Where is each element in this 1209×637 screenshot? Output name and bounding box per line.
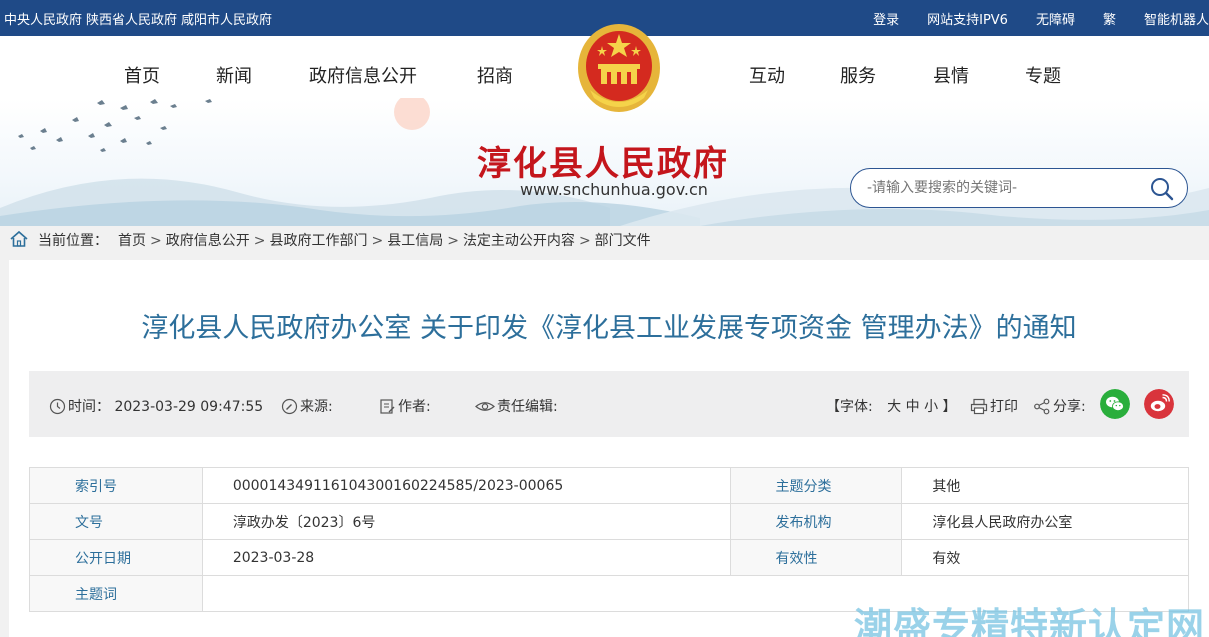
meta-author: 作者: [379, 396, 431, 416]
breadcrumb-separator: > [150, 233, 162, 249]
nav-interaction[interactable]: 互动 [749, 62, 785, 88]
font-small-button[interactable]: 小 [924, 399, 938, 415]
share-group: 分享: [1033, 396, 1086, 416]
breadcrumb-label: 当前位置： [38, 233, 108, 249]
font-large-button[interactable]: 大 [887, 399, 901, 415]
keywords-label: 主题词 [29, 575, 203, 612]
search-box [850, 168, 1188, 208]
print-label: 打印 [990, 399, 1018, 415]
print-button[interactable]: 打印 [970, 396, 1018, 416]
issuing-agency-label: 发布机构 [729, 503, 903, 540]
home-icon [10, 230, 28, 247]
traditional-chinese-link[interactable]: 繁 [1103, 13, 1116, 28]
meta-source: 来源: [281, 396, 333, 416]
breadcrumb-industry-bureau[interactable]: 县工信局 [387, 233, 443, 249]
accessibility-link[interactable]: 无障碍 [1036, 13, 1075, 28]
breadcrumb-home[interactable]: 首页 [118, 233, 146, 249]
nav-topics[interactable]: 专题 [1025, 62, 1061, 88]
breadcrumb-separator: > [371, 233, 384, 249]
nav-investment[interactable]: 招商 [477, 62, 513, 88]
nav-county-info[interactable]: 县情 [933, 62, 969, 88]
breadcrumb-departments[interactable]: 县政府工作部门 [269, 233, 367, 249]
index-number-value: 000014349116104300160224585/2023-00065 [201, 467, 731, 504]
table-row: 索引号 000014349116104300160224585/2023-000… [29, 467, 1189, 504]
editor-label: 责任编辑: [497, 399, 558, 415]
nav-home[interactable]: 首页 [124, 62, 160, 88]
font-size-close: 】 [942, 399, 957, 415]
breadcrumb-public-content[interactable]: 法定主动公开内容 [463, 233, 575, 249]
meta-editor: 责任编辑: [475, 396, 558, 416]
search-icon[interactable] [1149, 176, 1175, 202]
weibo-share-icon[interactable] [1144, 389, 1174, 419]
national-emblem-icon [578, 24, 660, 112]
article-panel: 淳化县人民政府办公室 关于印发《淳化县工业发展专项资金 管理办法》的通知 时间：… [9, 260, 1209, 637]
time-label: 时间： [68, 399, 110, 415]
validity-label: 有效性 [729, 539, 903, 576]
nav-service[interactable]: 服务 [840, 62, 876, 88]
issuing-agency-value: 淳化县人民政府办公室 [901, 503, 1189, 540]
watermark-text: 潮盛专精特新认定网 [854, 605, 1206, 637]
site-url: www.snchunhua.gov.cn [520, 180, 708, 199]
source-label: 来源: [300, 399, 333, 415]
publish-date-label: 公开日期 [29, 539, 203, 576]
share-label: 分享: [1053, 399, 1086, 415]
login-link[interactable]: 登录 [873, 13, 899, 28]
site-title: 淳化县人民政府 [477, 144, 729, 184]
link-shaanxi-gov[interactable]: 陕西省人民政府 [86, 13, 177, 28]
gov-links: 中央人民政府 陕西省人民政府 咸阳市人民政府 [4, 9, 276, 28]
document-number-label: 文号 [29, 503, 203, 540]
breadcrumb-separator: > [578, 233, 591, 249]
table-row: 文号 淳政办发〔2023〕6号 发布机构 淳化县人民政府办公室 [29, 503, 1189, 540]
breadcrumb-separator: > [447, 233, 459, 249]
utility-links: 登录 网站支持IPV6 无障碍 繁 智能机器人 [845, 9, 1209, 28]
document-info-table: 索引号 000014349116104300160224585/2023-000… [29, 467, 1190, 612]
search-input[interactable] [867, 178, 1147, 198]
document-number-value: 淳政办发〔2023〕6号 [201, 503, 731, 540]
printer-icon [970, 398, 988, 415]
header-banner: 淳化县人民政府 www.snchunhua.gov.cn [0, 98, 1209, 226]
share-icon [1034, 398, 1050, 415]
nav-gov-info[interactable]: 政府信息公开 [309, 62, 417, 88]
table-row: 公开日期 2023-03-28 有效性 有效 [29, 539, 1189, 576]
breadcrumb: 当前位置： 首页 > 政府信息公开 > 县政府工作部门 > 县工信局 > 法定主动公开内容 > 部门… [0, 226, 1209, 252]
nav-news[interactable]: 新闻 [216, 62, 252, 88]
article-title: 淳化县人民政府办公室 关于印发《淳化县工业发展专项资金 管理办法》的通知 [141, 313, 1077, 344]
article-meta-bar: 时间： 2023-03-29 09:47:55 来源: 作者: 责任编辑: 【字… [29, 371, 1189, 437]
edit-document-icon [380, 399, 395, 414]
eye-icon [475, 402, 495, 411]
time-value: 2023-03-29 09:47:55 [114, 399, 264, 415]
font-size-controls: 【字体: 大 中 小 】 [826, 396, 957, 416]
meta-time: 时间： 2023-03-29 09:47:55 [49, 396, 263, 416]
author-label: 作者: [398, 399, 431, 415]
robot-link[interactable]: 智能机器人 [1144, 13, 1209, 28]
wechat-share-icon[interactable] [1100, 389, 1130, 419]
link-central-gov[interactable]: 中央人民政府 [4, 13, 82, 28]
clock-icon [49, 398, 66, 415]
breadcrumb-gov-info[interactable]: 政府信息公开 [166, 233, 250, 249]
topic-category-label: 主题分类 [729, 467, 903, 504]
font-medium-button[interactable]: 中 [906, 399, 920, 415]
validity-value: 有效 [901, 539, 1189, 576]
breadcrumb-path: 首页 > 政府信息公开 > 县政府工作部门 > 县工信局 > 法定主动公开内容 > 部门文件 [118, 230, 651, 250]
index-number-label: 索引号 [29, 467, 203, 504]
link-xianyang-gov[interactable]: 咸阳市人民政府 [181, 13, 272, 28]
publish-date-value: 2023-03-28 [201, 539, 731, 576]
topic-category-value: 其他 [901, 467, 1189, 504]
breadcrumb-dept-docs[interactable]: 部门文件 [595, 233, 651, 249]
breadcrumb-separator: > [253, 233, 266, 249]
compass-icon [281, 398, 298, 415]
font-size-label: 【字体: [826, 399, 873, 415]
ipv6-link[interactable]: 网站支持IPV6 [927, 13, 1008, 28]
